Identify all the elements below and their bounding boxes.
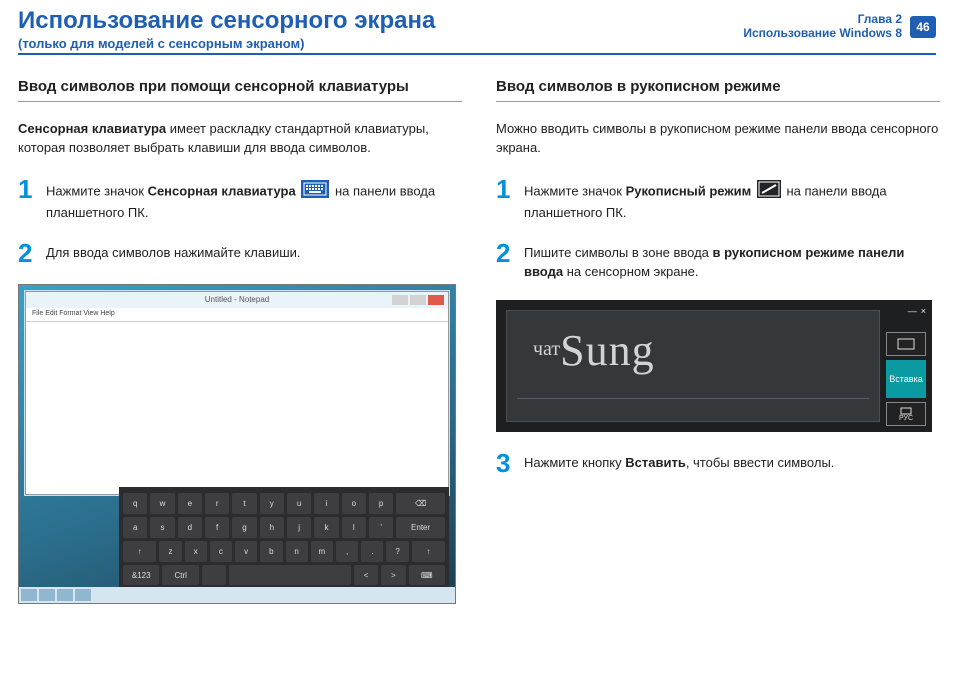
key[interactable]: ' xyxy=(369,517,393,538)
key-enter[interactable]: Enter xyxy=(396,517,445,538)
step-number: 2 xyxy=(18,240,36,266)
chapter-line2: Использование Windows 8 xyxy=(743,26,902,40)
minimize-icon[interactable]: — xyxy=(908,306,917,316)
key[interactable]: k xyxy=(314,517,338,538)
step-number: 1 xyxy=(18,176,36,202)
key[interactable]: . xyxy=(361,541,383,562)
page-title: Использование сенсорного экрана xyxy=(18,7,435,35)
screenshot-keyboard: Untitled - Notepad File Edit Format View… xyxy=(18,284,456,604)
handwriting-side-panel: — × Вставка РУС xyxy=(880,300,932,432)
step-text: Нажмите кнопку Вставить, чтобы ввести си… xyxy=(524,450,940,473)
handwriting-mode-icon xyxy=(757,180,781,204)
key-backspace[interactable]: ⌫ xyxy=(396,493,445,514)
key[interactable]: w xyxy=(150,493,174,514)
left-step-1: 1 Нажмите значок Сенсорная клавиатура на… xyxy=(18,176,462,223)
key[interactable]: m xyxy=(311,541,333,562)
key[interactable]: c xyxy=(210,541,232,562)
right-heading: Ввод символов в рукописном режиме xyxy=(496,78,940,102)
step-text: Нажмите значок Рукописный режим на панел… xyxy=(524,176,940,223)
key[interactable]: , xyxy=(336,541,358,562)
key[interactable]: < xyxy=(354,565,378,586)
key[interactable]: j xyxy=(287,517,311,538)
notepad-titlebar: Untitled - Notepad xyxy=(26,292,448,308)
left-heading: Ввод символов при помощи сенсорной клави… xyxy=(18,78,462,102)
kbd-row-2: a s d f g h j k l ' Enter xyxy=(123,517,445,538)
key[interactable] xyxy=(202,565,226,586)
screenshot-handwriting: чатSung — × Вставка РУС xyxy=(496,300,932,432)
kbd-row-3: ↑ z x c v b n m , . ? ↑ xyxy=(123,541,445,562)
key[interactable]: t xyxy=(232,493,256,514)
handwriting-area[interactable]: чатSung xyxy=(506,310,880,422)
window-buttons xyxy=(392,295,444,305)
key[interactable]: x xyxy=(185,541,207,562)
step-text: Нажмите значок Сенсорная клавиатура на п… xyxy=(46,176,462,223)
onscreen-keyboard: q w e r t y u i o p ⌫ a s d f g h j k xyxy=(119,487,449,587)
kbd-row-4: &123 Ctrl < > ⌨ xyxy=(123,565,445,586)
panel-top-icons: — × xyxy=(886,306,926,316)
chapter-line1: Глава 2 xyxy=(743,12,902,26)
right-step-2: 2 Пишите символы в зоне ввода в рукописн… xyxy=(496,240,940,282)
key[interactable]: h xyxy=(260,517,284,538)
left-intro-bold: Сенсорная клавиатура xyxy=(18,121,166,136)
right-column: Ввод символов в рукописном режиме Можно … xyxy=(496,78,940,494)
left-step-2: 2 Для ввода символов нажимайте клавиши. xyxy=(18,240,462,266)
key[interactable]: p xyxy=(369,493,393,514)
key[interactable]: s xyxy=(150,517,174,538)
page-number-badge: 46 xyxy=(910,16,936,38)
key[interactable]: > xyxy=(381,565,405,586)
key[interactable]: i xyxy=(314,493,338,514)
key[interactable]: y xyxy=(260,493,284,514)
touch-keyboard-icon xyxy=(301,180,329,204)
step-number: 3 xyxy=(496,450,514,476)
notepad-menu: File Edit Format View Help xyxy=(26,308,448,322)
chapter-label: Глава 2 Использование Windows 8 xyxy=(743,12,902,40)
key-ctrl[interactable]: Ctrl xyxy=(162,565,198,586)
kbd-row-1: q w e r t y u i o p ⌫ xyxy=(123,493,445,514)
key-symbols[interactable]: &123 xyxy=(123,565,159,586)
baseline xyxy=(517,398,869,399)
right-step-3: 3 Нажмите кнопку Вставить, чтобы ввести … xyxy=(496,450,940,476)
key[interactable]: d xyxy=(178,517,202,538)
key[interactable]: z xyxy=(159,541,181,562)
key[interactable]: a xyxy=(123,517,147,538)
step-text: Пишите символы в зоне ввода в рукописном… xyxy=(524,240,940,282)
taskbar xyxy=(19,587,455,603)
page-subtitle: (только для моделей с сенсорным экраном) xyxy=(18,36,304,51)
left-intro: Сенсорная клавиатура имеет раскладку ста… xyxy=(18,120,462,158)
step-number: 2 xyxy=(496,240,514,266)
key-shift[interactable]: ↑ xyxy=(412,541,445,562)
key-kbd-switch[interactable]: ⌨ xyxy=(409,565,445,586)
key[interactable]: n xyxy=(286,541,308,562)
key[interactable]: l xyxy=(342,517,366,538)
key[interactable]: q xyxy=(123,493,147,514)
key[interactable]: v xyxy=(235,541,257,562)
key[interactable]: e xyxy=(178,493,202,514)
handwriting-content: чатSung xyxy=(533,325,655,376)
key[interactable]: b xyxy=(260,541,282,562)
right-step-1: 1 Нажмите значок Рукописный режим на пан… xyxy=(496,176,940,223)
step-text: Для ввода символов нажимайте клавиши. xyxy=(46,240,462,263)
key-shift[interactable]: ↑ xyxy=(123,541,156,562)
right-intro: Можно вводить символы в рукописном режим… xyxy=(496,120,940,158)
header-divider xyxy=(18,53,936,55)
left-column: Ввод символов при помощи сенсорной клави… xyxy=(18,78,462,604)
key[interactable]: o xyxy=(342,493,366,514)
key-space[interactable] xyxy=(229,565,351,586)
key[interactable]: r xyxy=(205,493,229,514)
key[interactable]: ? xyxy=(386,541,408,562)
key[interactable]: f xyxy=(205,517,229,538)
step-number: 1 xyxy=(496,176,514,202)
insert-button[interactable]: Вставка xyxy=(886,360,926,398)
key[interactable]: u xyxy=(287,493,311,514)
key[interactable]: g xyxy=(232,517,256,538)
notepad-window: Untitled - Notepad File Edit Format View… xyxy=(25,291,449,495)
language-button[interactable]: РУС xyxy=(886,402,926,426)
mode-icon[interactable] xyxy=(886,332,926,356)
close-icon[interactable]: × xyxy=(921,306,926,316)
